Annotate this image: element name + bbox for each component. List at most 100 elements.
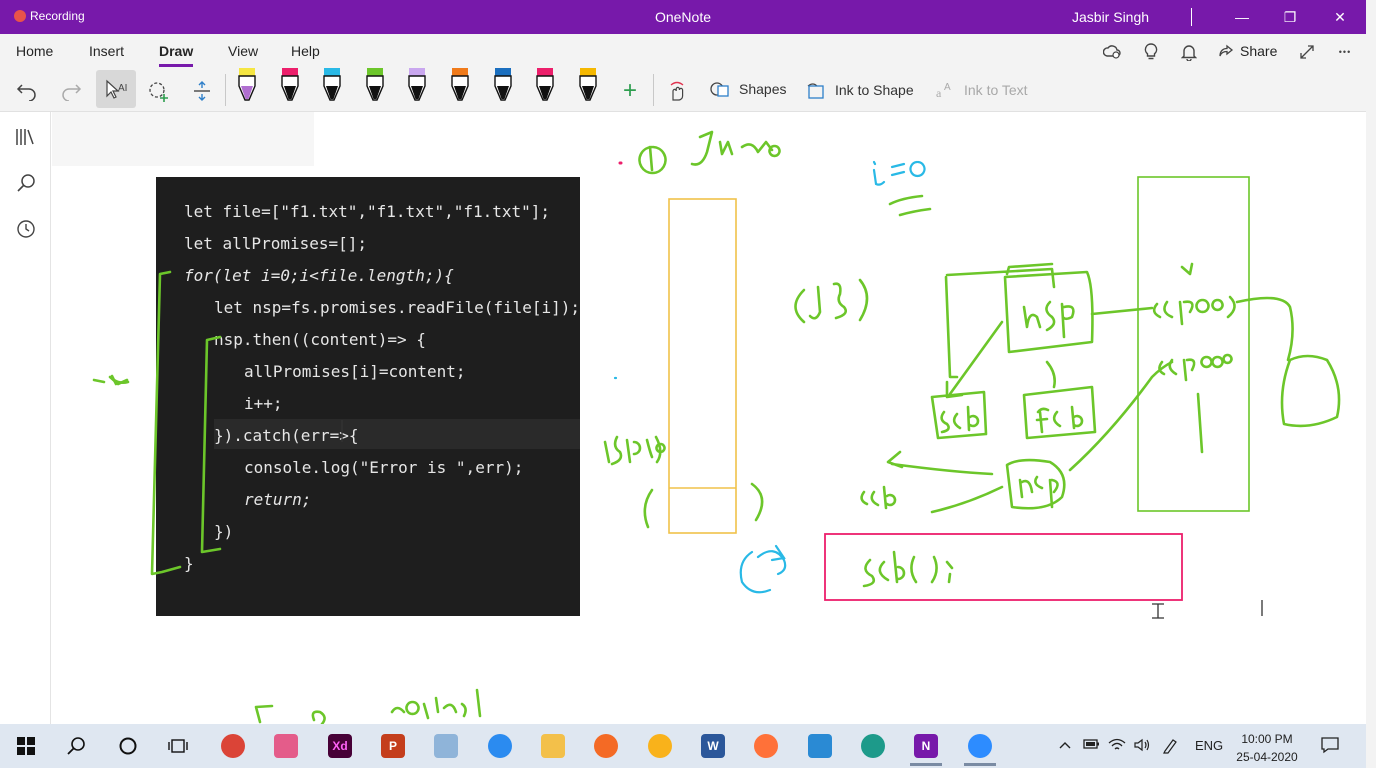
taskbar-chrome-icon[interactable] bbox=[213, 730, 253, 762]
taskbar-firefox-dev-icon[interactable] bbox=[480, 730, 520, 762]
code-line: console.log("Error is ",err); bbox=[244, 458, 524, 477]
cortana-icon[interactable] bbox=[108, 730, 148, 762]
share-button[interactable]: Share bbox=[1218, 43, 1277, 59]
share-icon bbox=[1219, 44, 1234, 57]
share-label: Share bbox=[1240, 43, 1278, 59]
taskbar-firefox-icon[interactable] bbox=[746, 730, 786, 762]
taskbar-vscode-icon[interactable] bbox=[800, 730, 840, 762]
recording-label: Recording bbox=[30, 9, 85, 23]
language-indicator[interactable]: ENG bbox=[1195, 738, 1223, 753]
pen-2[interactable] bbox=[279, 68, 301, 104]
taskbar-xd-icon[interactable]: Xd bbox=[320, 730, 360, 762]
taskbar-clock[interactable]: 10:00 PM 25-04-2020 bbox=[1230, 730, 1304, 766]
note-canvas[interactable]: let file=["f1.txt","f1.txt","f1.txt"]; l… bbox=[52, 112, 1366, 724]
pen-5[interactable] bbox=[406, 68, 428, 104]
taskbar-edge-icon[interactable] bbox=[853, 730, 893, 762]
user-name[interactable]: Jasbir Singh bbox=[1072, 9, 1149, 25]
wifi-icon[interactable] bbox=[1108, 738, 1126, 755]
minimize-button[interactable]: — bbox=[1218, 0, 1266, 34]
ink-nsp-text bbox=[1022, 300, 1075, 339]
onenote-window: Recording OneNote Jasbir Singh — ❐ ✕ Hom… bbox=[0, 0, 1366, 768]
ink-bracket-stack bbox=[643, 482, 764, 529]
recent-notes-icon[interactable] bbox=[13, 216, 39, 242]
title-separator bbox=[1191, 8, 1192, 26]
code-line: for(let i=0;i<file.length;){ bbox=[184, 266, 454, 285]
chrome-app-icon bbox=[221, 734, 245, 758]
notifications-icon[interactable] bbox=[1320, 736, 1340, 757]
ink-js-label bbox=[794, 278, 869, 324]
ink-to-shape-label: Ink to Shape bbox=[835, 82, 914, 98]
taskbar-word-icon[interactable]: W bbox=[693, 730, 733, 762]
volume-icon[interactable] bbox=[1133, 738, 1151, 755]
ink-big-box bbox=[944, 262, 1056, 379]
maximize-button[interactable]: ❐ bbox=[1266, 0, 1314, 34]
ink-stack-tick bbox=[1196, 392, 1204, 454]
explorer-app-icon bbox=[541, 734, 565, 758]
ink-to-shape-button[interactable]: Ink to Shape bbox=[805, 80, 914, 100]
expand-icon[interactable] bbox=[1297, 42, 1317, 62]
ink-fsp-top bbox=[1152, 295, 1236, 326]
ink-fcb-box bbox=[1022, 385, 1097, 440]
ink-replay-icon[interactable] bbox=[662, 76, 692, 106]
add-space-icon[interactable] bbox=[187, 76, 217, 106]
title-bar: Recording OneNote Jasbir Singh — ❐ ✕ bbox=[0, 0, 1366, 34]
type-select-tool-icon[interactable]: AI bbox=[96, 70, 136, 108]
windows-start-icon[interactable] bbox=[6, 730, 46, 762]
pen-workspace-icon[interactable] bbox=[1162, 738, 1178, 757]
tab-home[interactable]: Home bbox=[16, 43, 53, 59]
undo-icon[interactable] bbox=[12, 76, 42, 106]
battery-icon[interactable] bbox=[1083, 738, 1101, 753]
taskbar-sticky-icon[interactable] bbox=[640, 730, 680, 762]
pen-7[interactable] bbox=[492, 68, 514, 104]
taskbar-powerpoint-icon[interactable]: P bbox=[373, 730, 413, 762]
ink-event-loop-icon bbox=[739, 544, 787, 594]
lasso-select-icon[interactable] bbox=[144, 76, 174, 106]
ink-scb-box bbox=[930, 390, 988, 440]
paint-app-icon bbox=[594, 734, 618, 758]
pen-9[interactable] bbox=[577, 68, 599, 104]
task-view-icon[interactable] bbox=[159, 730, 199, 762]
tab-help[interactable]: Help bbox=[291, 43, 320, 59]
taskbar-explorer-icon[interactable] bbox=[533, 730, 573, 762]
add-pen-button[interactable]: + bbox=[615, 76, 645, 106]
ink-check-right bbox=[1180, 262, 1194, 276]
code-line: nsp.then((content)=> { bbox=[214, 330, 426, 349]
code-line: allPromises[i]=content; bbox=[244, 362, 466, 381]
bell-icon[interactable] bbox=[1179, 42, 1199, 62]
notebooks-icon[interactable] bbox=[13, 124, 39, 150]
taskbar-zoom-icon[interactable] bbox=[960, 730, 1000, 766]
taskbar-notepad-icon[interactable] bbox=[426, 730, 466, 762]
recording-indicator[interactable]: Recording bbox=[14, 9, 85, 23]
pen-4[interactable] bbox=[364, 68, 386, 104]
ink-bottom-bracket bbox=[254, 704, 274, 724]
search-icon[interactable] bbox=[13, 170, 39, 196]
tab-insert[interactable]: Insert bbox=[89, 43, 124, 59]
page-title-area[interactable] bbox=[52, 112, 314, 166]
windows-taskbar: Xd P W N ENG 10:00 PM 25-04-2020 bbox=[0, 724, 1366, 768]
code-line: let file=["f1.txt","f1.txt","f1.txt"]; bbox=[184, 202, 551, 221]
search-taskbar-icon[interactable] bbox=[56, 730, 96, 762]
more-options-button[interactable]: ••• bbox=[1335, 42, 1355, 62]
pen-8[interactable] bbox=[534, 68, 556, 104]
shapes-button[interactable]: Shapes bbox=[709, 80, 786, 98]
pen-1[interactable] bbox=[236, 68, 258, 104]
taskbar-onenote-icon[interactable]: N bbox=[906, 730, 946, 766]
shapes-label: Shapes bbox=[739, 81, 787, 97]
left-navigation bbox=[0, 112, 51, 724]
tray-chevron-icon[interactable] bbox=[1058, 738, 1072, 753]
taskbar-paint-icon[interactable] bbox=[586, 730, 626, 762]
close-button[interactable]: ✕ bbox=[1316, 0, 1364, 34]
sticky-app-icon bbox=[648, 734, 672, 758]
lightbulb-icon[interactable] bbox=[1141, 42, 1161, 62]
pen-3[interactable] bbox=[321, 68, 343, 104]
tab-draw[interactable]: Draw bbox=[159, 43, 194, 67]
pen-6[interactable] bbox=[449, 68, 471, 104]
ink-nsp-box bbox=[1003, 270, 1094, 354]
ribbon-divider bbox=[225, 74, 226, 106]
tab-view[interactable]: View bbox=[228, 43, 258, 59]
sync-icon[interactable] bbox=[1102, 42, 1122, 62]
ink-to-text-label: Ink to Text bbox=[964, 82, 1028, 98]
redo-icon[interactable] bbox=[56, 76, 86, 106]
taskbar-snip-icon[interactable] bbox=[266, 730, 306, 762]
ink-to-text-button[interactable]: aA Ink to Text bbox=[934, 80, 1028, 100]
